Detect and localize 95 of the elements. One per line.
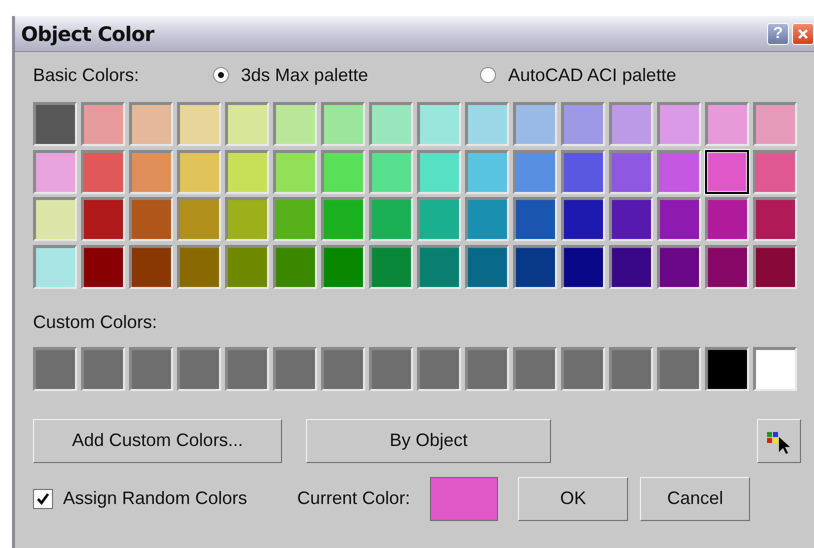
basic-colors-label: Basic Colors: bbox=[33, 64, 140, 86]
color-swatch[interactable] bbox=[177, 244, 221, 288]
custom-color-swatch[interactable] bbox=[177, 347, 221, 391]
custom-color-swatch[interactable] bbox=[81, 347, 125, 391]
custom-color-swatch[interactable] bbox=[417, 347, 461, 391]
by-object-button[interactable]: By Object bbox=[306, 418, 552, 462]
color-swatch[interactable] bbox=[225, 150, 269, 194]
color-swatch[interactable] bbox=[369, 197, 413, 241]
color-swatch[interactable] bbox=[609, 197, 653, 241]
color-swatch[interactable] bbox=[753, 244, 797, 288]
palette-radio[interactable]: 3ds Max palette bbox=[213, 64, 368, 86]
color-swatch[interactable] bbox=[177, 102, 221, 146]
custom-color-swatch[interactable] bbox=[705, 347, 749, 391]
color-swatch[interactable] bbox=[657, 244, 701, 288]
custom-color-swatch[interactable] bbox=[129, 347, 173, 391]
color-swatch[interactable] bbox=[513, 244, 557, 288]
color-swatch[interactable] bbox=[513, 197, 557, 241]
color-swatch[interactable] bbox=[369, 244, 413, 288]
color-swatch[interactable] bbox=[513, 150, 557, 194]
color-swatch[interactable] bbox=[417, 150, 461, 194]
checkmark-icon bbox=[36, 492, 50, 506]
color-swatch[interactable] bbox=[225, 102, 269, 146]
color-swatch[interactable] bbox=[129, 197, 173, 241]
color-swatch[interactable] bbox=[417, 102, 461, 146]
color-swatch[interactable] bbox=[33, 150, 77, 194]
color-swatch[interactable] bbox=[129, 244, 173, 288]
color-swatch[interactable] bbox=[657, 197, 701, 241]
add-custom-colors-button[interactable]: Add Custom Colors... bbox=[33, 418, 282, 462]
color-swatch[interactable] bbox=[321, 244, 365, 288]
custom-color-swatch[interactable] bbox=[321, 347, 365, 391]
color-swatch[interactable] bbox=[657, 102, 701, 146]
color-swatch[interactable] bbox=[609, 102, 653, 146]
color-swatch[interactable] bbox=[465, 150, 509, 194]
ok-button[interactable]: OK bbox=[518, 476, 628, 520]
color-swatch[interactable] bbox=[705, 150, 749, 194]
color-swatch[interactable] bbox=[753, 102, 797, 146]
color-swatch[interactable] bbox=[129, 102, 173, 146]
color-swatch[interactable] bbox=[33, 102, 77, 146]
color-swatch[interactable] bbox=[465, 102, 509, 146]
assign-random-colors-checkbox[interactable]: Assign Random Colors bbox=[33, 488, 248, 509]
custom-color-swatch[interactable] bbox=[273, 347, 317, 391]
color-swatch[interactable] bbox=[273, 244, 317, 288]
custom-colors-label: Custom Colors: bbox=[33, 312, 158, 333]
color-swatch[interactable] bbox=[417, 244, 461, 288]
window-title: Object Color bbox=[21, 22, 154, 46]
color-swatch[interactable] bbox=[33, 244, 77, 288]
custom-color-swatch[interactable] bbox=[513, 347, 557, 391]
custom-color-swatch[interactable] bbox=[657, 347, 701, 391]
color-swatch[interactable] bbox=[129, 150, 173, 194]
close-icon bbox=[797, 28, 809, 40]
current-color-label: Current Color: bbox=[297, 488, 410, 509]
color-swatch[interactable] bbox=[657, 150, 701, 194]
color-swatch[interactable] bbox=[609, 244, 653, 288]
color-swatch[interactable] bbox=[273, 150, 317, 194]
color-swatch[interactable] bbox=[321, 102, 365, 146]
color-swatch[interactable] bbox=[561, 197, 605, 241]
color-swatch[interactable] bbox=[177, 150, 221, 194]
color-swatch[interactable] bbox=[561, 150, 605, 194]
custom-color-swatch[interactable] bbox=[225, 347, 269, 391]
custom-color-swatch[interactable] bbox=[369, 347, 413, 391]
color-swatch[interactable] bbox=[369, 150, 413, 194]
color-swatch[interactable] bbox=[561, 244, 605, 288]
close-button[interactable] bbox=[792, 22, 814, 44]
custom-color-swatch[interactable] bbox=[561, 347, 605, 391]
custom-color-swatch[interactable] bbox=[753, 347, 797, 391]
color-swatch[interactable] bbox=[81, 244, 125, 288]
color-swatch[interactable] bbox=[81, 197, 125, 241]
color-swatch[interactable] bbox=[321, 197, 365, 241]
color-swatch[interactable] bbox=[369, 102, 413, 146]
color-swatch[interactable] bbox=[513, 102, 557, 146]
color-swatch[interactable] bbox=[465, 197, 509, 241]
custom-color-swatch[interactable] bbox=[465, 347, 509, 391]
color-swatch[interactable] bbox=[705, 102, 749, 146]
color-swatch[interactable] bbox=[225, 244, 269, 288]
color-swatch[interactable] bbox=[705, 197, 749, 241]
color-swatch[interactable] bbox=[609, 150, 653, 194]
color-picker-button[interactable] bbox=[757, 418, 802, 462]
color-swatch[interactable] bbox=[417, 197, 461, 241]
color-swatch[interactable] bbox=[225, 197, 269, 241]
color-swatch[interactable] bbox=[753, 150, 797, 194]
cancel-button[interactable]: Cancel bbox=[640, 476, 750, 520]
color-swatch[interactable] bbox=[753, 197, 797, 241]
custom-color-swatch[interactable] bbox=[609, 347, 653, 391]
color-swatch[interactable] bbox=[81, 102, 125, 146]
color-swatch[interactable] bbox=[273, 197, 317, 241]
color-swatch[interactable] bbox=[705, 244, 749, 288]
custom-color-swatch[interactable] bbox=[33, 347, 77, 391]
color-swatch[interactable] bbox=[273, 102, 317, 146]
palette-radio[interactable]: AutoCAD ACI palette bbox=[480, 64, 676, 86]
color-swatch[interactable] bbox=[81, 150, 125, 194]
color-swatch[interactable] bbox=[33, 197, 77, 241]
color-swatch[interactable] bbox=[465, 244, 509, 288]
color-swatch[interactable] bbox=[561, 102, 605, 146]
color-swatch[interactable] bbox=[177, 197, 221, 241]
color-swatch[interactable] bbox=[321, 150, 365, 194]
